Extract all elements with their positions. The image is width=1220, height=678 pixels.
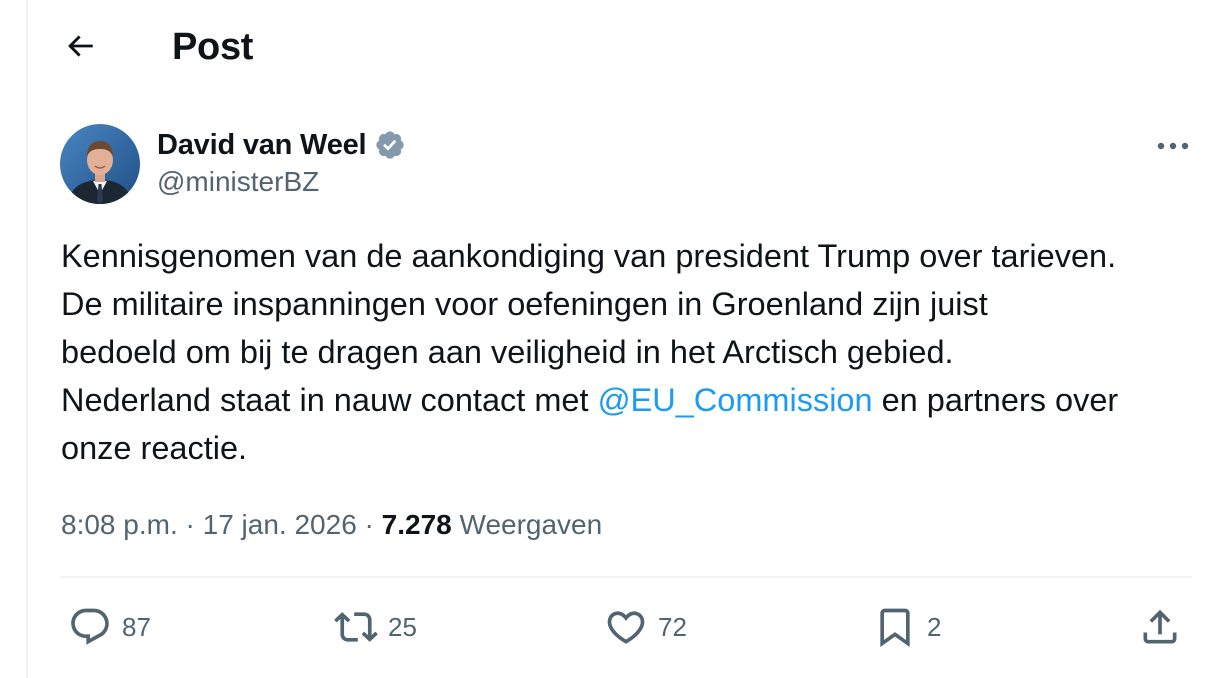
tweet-line: bedoeld om bij te dragen aan veiligheid … [61,334,954,370]
author-handle[interactable]: @ministerBZ [157,166,319,198]
tweet-text: Kennisgenomen van de aankondiging van pr… [61,232,1211,472]
views-count: 7.278 [381,509,452,540]
tweet-line: De militaire inspanningen voor oefeninge… [61,286,988,322]
author-name-link[interactable]: David van Weel [157,126,406,164]
tweet-line: Nederland staat in nauw contact met @EU_… [61,376,1211,424]
tweet-meta: 8:08 p.m. · 17 jan. 2026 · 7.278 Weergav… [61,505,602,545]
bookmark-icon [880,608,910,648]
like-count: 72 [658,611,687,642]
arrow-left-icon [68,35,93,57]
author-name: David van Weel [157,128,367,161]
tweet-text-segment: en partners over [872,382,1119,418]
heart-icon [607,611,645,644]
tweet-line: Kennisgenomen van de aankondiging van pr… [61,238,1117,274]
bookmark-count: 2 [927,611,942,642]
reply-button[interactable]: 87 [68,604,151,650]
reply-count: 87 [122,611,151,642]
mention-link[interactable]: @EU_Commission [598,382,873,418]
tweet-line: onze reactie. [61,430,248,466]
timestamp-time[interactable]: 8:08 p.m. [61,509,178,540]
more-horizontal-icon [1157,142,1189,150]
meta-separator: · [185,509,195,540]
repost-count: 25 [388,611,417,642]
repost-icon [334,612,378,642]
page-title: Post [172,26,254,68]
header: Post [0,0,1220,94]
tweet-text-segment: Nederland staat in nauw contact met [61,382,598,418]
views-label: Weergaven [459,509,603,540]
meta-separator: · [364,509,374,540]
reply-icon [71,608,109,645]
verified-badge-icon[interactable] [374,129,406,161]
share-icon [1143,609,1177,644]
avatar[interactable] [60,124,140,204]
more-options-button[interactable] [1148,126,1198,166]
share-button[interactable] [1138,604,1182,650]
divider [60,576,1192,578]
like-button[interactable]: 72 [604,604,687,650]
profile-photo [60,124,140,204]
column-border [26,0,28,678]
bookmark-button[interactable]: 2 [873,604,941,650]
back-button[interactable] [56,22,104,70]
repost-button[interactable]: 25 [334,604,417,650]
timestamp-date[interactable]: 17 jan. 2026 [203,509,357,540]
